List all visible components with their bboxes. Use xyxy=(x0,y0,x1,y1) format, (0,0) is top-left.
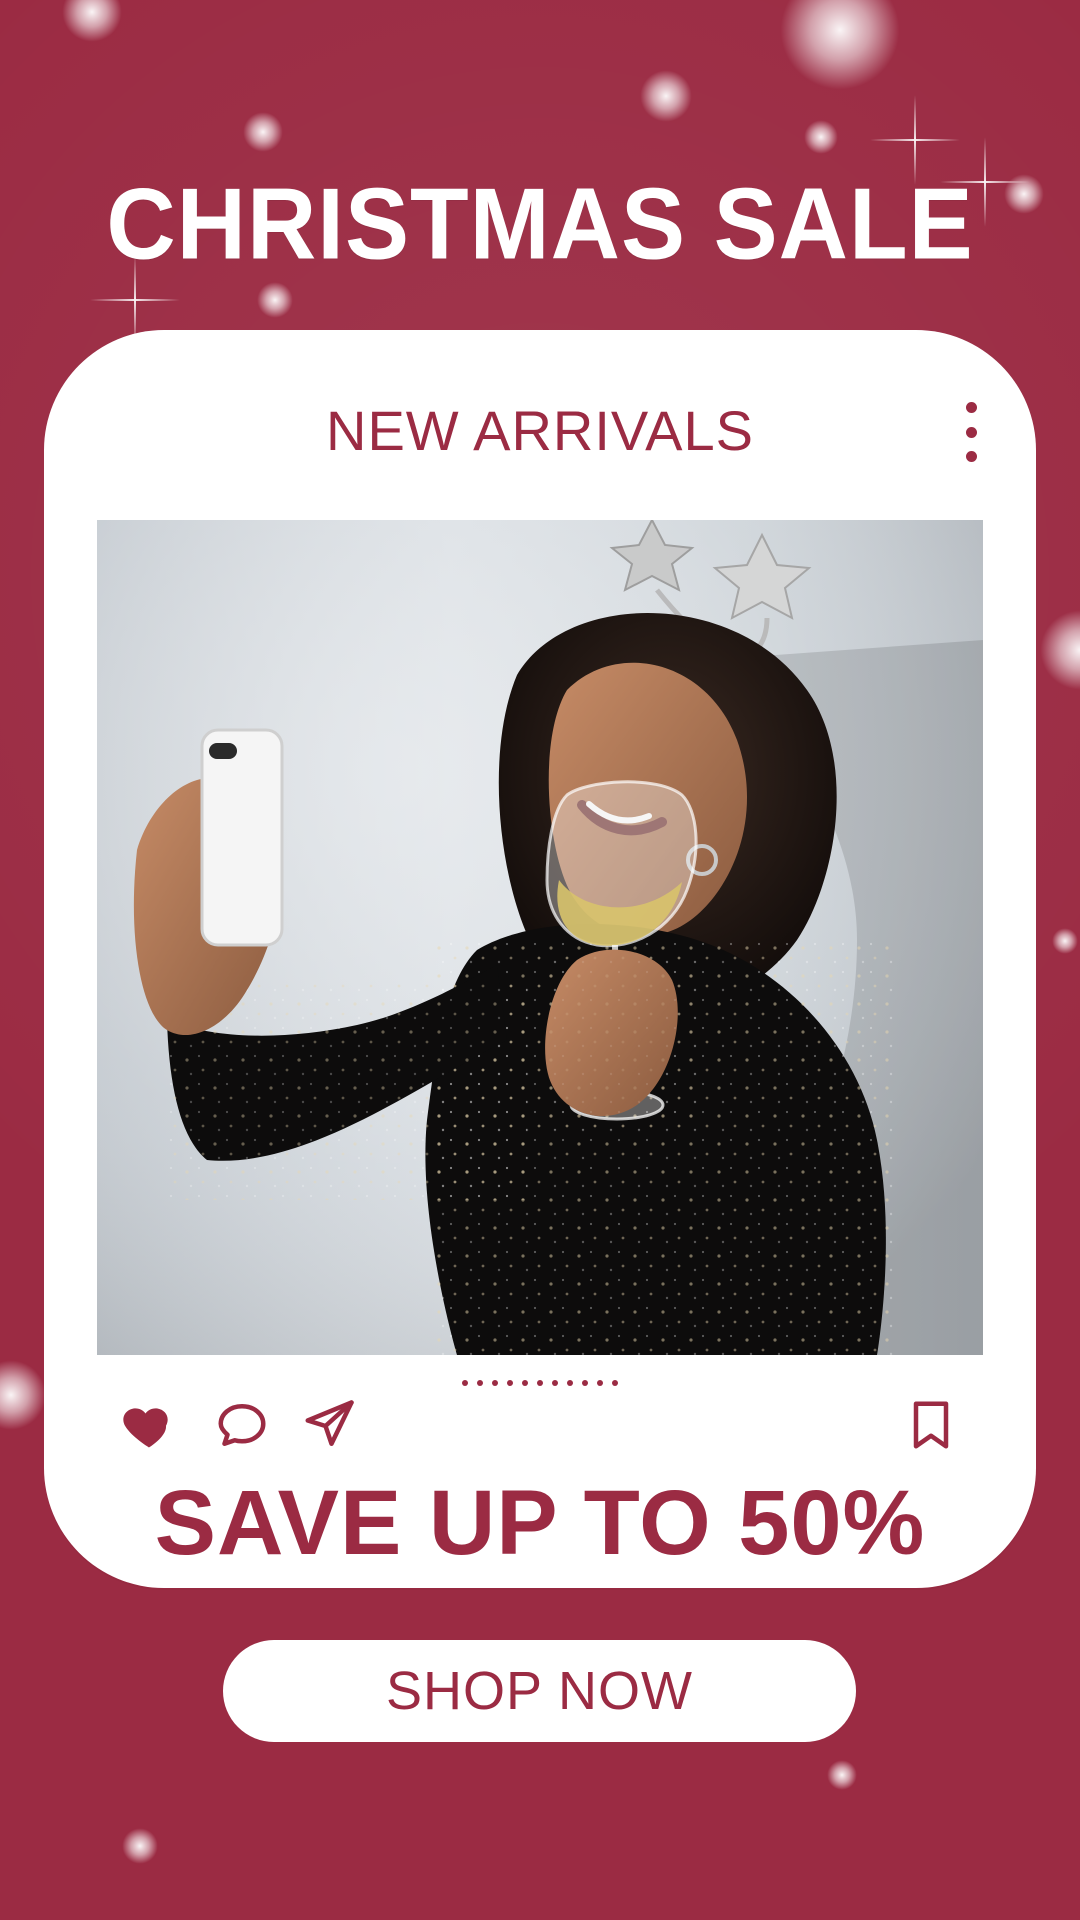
sparkle xyxy=(640,70,692,122)
comment-bubble-icon[interactable] xyxy=(212,1395,272,1455)
sparkle xyxy=(257,282,293,318)
shop-now-button[interactable]: SHOP NOW xyxy=(223,1640,856,1742)
sparkle xyxy=(243,112,283,152)
carousel-dot[interactable] xyxy=(477,1380,483,1386)
kebab-dot xyxy=(965,451,977,462)
carousel-dot[interactable] xyxy=(567,1380,573,1386)
product-photo xyxy=(97,520,983,1355)
carousel-dot[interactable] xyxy=(612,1380,618,1386)
promo-card: NEW ARRIVALS SAVE UP TO 50% xyxy=(44,330,1036,1588)
sparkle xyxy=(827,1760,857,1790)
photo-illustration xyxy=(97,520,983,1355)
carousel-dot[interactable] xyxy=(582,1380,588,1386)
kebab-dot xyxy=(965,402,977,413)
headline: CHRISTMAS SALE xyxy=(106,168,974,281)
carousel-dot[interactable] xyxy=(492,1380,498,1386)
sparkle xyxy=(0,1360,46,1430)
sparkle xyxy=(1052,928,1078,954)
card-title: NEW ARRIVALS xyxy=(326,399,754,462)
sparkle xyxy=(804,120,838,154)
social-actions xyxy=(119,1395,961,1465)
paper-plane-icon[interactable] xyxy=(299,1395,359,1455)
sparkle xyxy=(780,0,900,90)
carousel-dot[interactable] xyxy=(537,1380,543,1386)
discount-text: SAVE UP TO 50% xyxy=(154,1472,926,1574)
kebab-menu-icon[interactable] xyxy=(961,402,981,462)
kebab-dot xyxy=(965,426,977,438)
carousel-dot[interactable] xyxy=(552,1380,558,1386)
carousel-dot[interactable] xyxy=(597,1380,603,1386)
sparkle xyxy=(62,0,122,42)
carousel-dots xyxy=(44,1380,1036,1386)
sparkle xyxy=(122,1828,158,1864)
sparkle xyxy=(1040,610,1080,690)
shop-now-label: SHOP NOW xyxy=(385,1661,694,1721)
carousel-dot[interactable] xyxy=(522,1380,528,1386)
bookmark-icon[interactable] xyxy=(901,1395,961,1455)
heart-icon[interactable] xyxy=(119,1395,179,1455)
carousel-dot[interactable] xyxy=(462,1380,468,1386)
carousel-dot[interactable] xyxy=(507,1380,513,1386)
sparkle-star xyxy=(880,105,950,175)
